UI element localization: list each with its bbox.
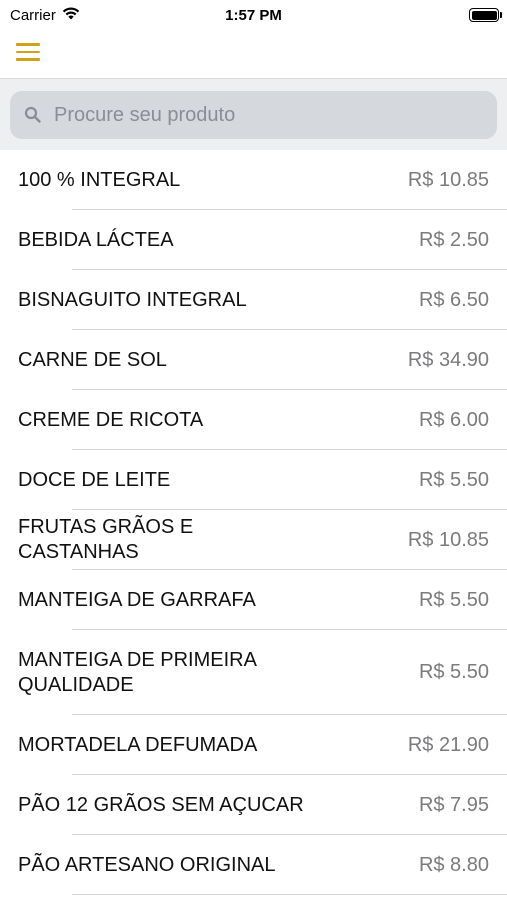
product-name: PÃO 12 GRÃOS SEM AÇUCAR [18,793,304,816]
product-row[interactable]: MORTADELA DEFUMADA R$ 21.90 [0,715,507,775]
product-row[interactable]: DOCE DE LEITE R$ 5.50 [0,450,507,510]
product-row[interactable]: CREME DE RICOTA R$ 6.00 [0,390,507,450]
product-price: R$ 10.85 [407,168,489,191]
product-price: R$ 21.90 [407,733,489,756]
product-row[interactable]: PÃO ARTESANO ORIGINAL R$ 8.80 [0,835,507,895]
product-row[interactable]: FRUTAS GRÃOS E CASTANHAS R$ 10.85 [0,510,507,570]
product-name: MANTEIGA DE GARRAFA [18,588,256,611]
product-price: R$ 5.50 [418,468,489,491]
product-price: R$ 10.85 [407,528,489,551]
product-row[interactable]: MANTEIGA DE PRIMEIRA QUALIDADE R$ 5.50 [0,630,507,715]
product-name: BISNAGUITO INTEGRAL [18,288,247,311]
hamburger-menu-icon[interactable] [16,43,42,63]
product-price: R$ 8.80 [418,853,489,876]
product-list: 100 % INTEGRAL R$ 10.85 BEBIDA LÁCTEA R$… [0,150,507,895]
product-price: R$ 6.50 [418,288,489,311]
product-name: 100 % INTEGRAL [18,168,181,191]
product-price: R$ 6.00 [418,408,489,431]
search-input[interactable] [54,103,474,127]
product-name: DOCE DE LEITE [18,468,171,491]
product-price: R$ 7.95 [418,793,489,816]
product-name: CARNE DE SOL [18,348,167,371]
product-row[interactable]: BEBIDA LÁCTEA R$ 2.50 [0,210,507,270]
product-row[interactable]: CARNE DE SOL R$ 34.90 [0,330,507,390]
product-name: BEBIDA LÁCTEA [18,228,174,251]
status-bar: Carrier 1:57 PM [0,0,507,30]
product-price: R$ 34.90 [407,348,489,371]
search-field[interactable] [10,91,497,139]
search-bar-container [0,78,507,150]
product-name: MORTADELA DEFUMADA [18,733,258,756]
nav-bar [0,30,507,78]
product-price: R$ 5.50 [418,661,489,683]
product-price: R$ 2.50 [418,228,489,251]
status-time: 1:57 PM [225,6,282,24]
product-row[interactable]: PÃO 12 GRÃOS SEM AÇUCAR R$ 7.95 [0,775,507,835]
battery-icon [469,8,502,22]
product-row[interactable]: 100 % INTEGRAL R$ 10.85 [0,150,507,210]
product-name: MANTEIGA DE PRIMEIRA QUALIDADE [18,648,256,696]
product-name: CREME DE RICOTA [18,408,204,431]
product-name: FRUTAS GRÃOS E CASTANHAS [18,516,194,563]
product-row[interactable]: MANTEIGA DE GARRAFA R$ 5.50 [0,570,507,630]
product-price: R$ 5.50 [418,588,489,611]
product-name: PÃO ARTESANO ORIGINAL [18,853,276,876]
search-icon [24,106,42,124]
product-row[interactable]: BISNAGUITO INTEGRAL R$ 6.50 [0,270,507,330]
